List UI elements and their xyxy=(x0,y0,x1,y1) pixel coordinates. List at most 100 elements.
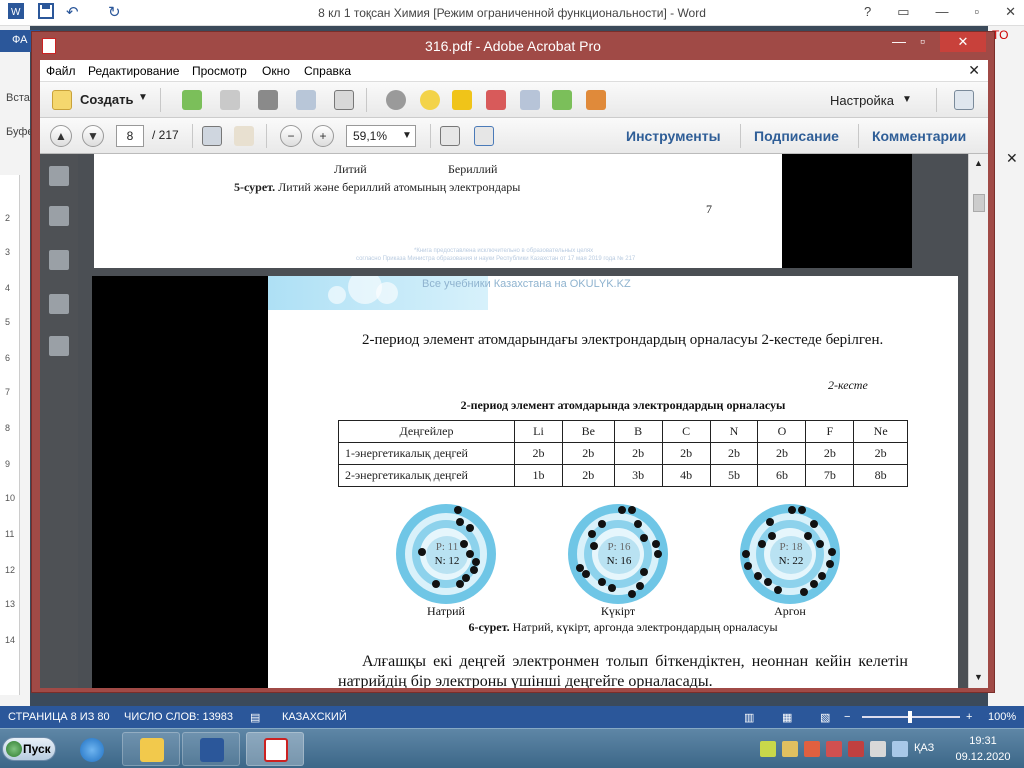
comment-icon[interactable] xyxy=(420,90,440,110)
zoom-in-button[interactable]: + xyxy=(312,125,334,147)
zoom-out-status[interactable]: − xyxy=(844,711,850,723)
zoom-slider-thumb[interactable] xyxy=(908,711,912,723)
signatures-icon[interactable] xyxy=(49,336,69,356)
menu-file[interactable]: Файл xyxy=(46,64,76,78)
print-icon[interactable] xyxy=(258,90,278,110)
save-disk-icon[interactable] xyxy=(220,90,240,110)
web-layout-icon[interactable]: ▧ xyxy=(820,711,830,724)
menu-window[interactable]: Окно xyxy=(262,64,290,78)
acrobat-window-title: 316.pdf - Adobe Acrobat Pro xyxy=(425,38,601,54)
table-header-cell: Деңгейлер xyxy=(338,420,515,443)
network-icon[interactable] xyxy=(826,741,842,757)
table-header-cell: Be xyxy=(561,420,615,443)
input-language[interactable]: ҚАЗ xyxy=(914,742,934,754)
scrollbar-thumb[interactable] xyxy=(973,194,985,212)
zoom-level[interactable]: 100% xyxy=(988,711,1016,723)
page-thumbnails-icon[interactable] xyxy=(49,166,69,186)
vertical-ruler: 234 567 8 9 10 11 12 13 14 xyxy=(0,175,20,695)
comments-link[interactable]: Комментарии xyxy=(872,128,966,144)
redact-icon[interactable] xyxy=(486,90,506,110)
scroll-down-icon[interactable]: ▼ xyxy=(974,672,983,682)
clock-date: 09.12.2020 xyxy=(955,751,1011,763)
highlight-icon[interactable] xyxy=(452,90,472,110)
create-dropdown-icon[interactable]: ▼ xyxy=(138,92,148,103)
ribbon-display-icon[interactable]: ▭ xyxy=(897,4,909,20)
tray-app-icon[interactable] xyxy=(760,741,776,757)
fit-width-icon[interactable] xyxy=(474,126,494,146)
vertical-scrollbar[interactable]: ▲ ▼ xyxy=(968,154,988,688)
table-cell: 5b xyxy=(709,464,759,487)
sign-link[interactable]: Подписание xyxy=(754,128,839,144)
language-status[interactable]: КАЗАХСКИЙ xyxy=(282,711,347,723)
paste-label[interactable]: Вста xyxy=(6,92,30,104)
document-close-icon[interactable]: ✕ xyxy=(968,62,980,79)
acrobat-close-button[interactable]: ✕ xyxy=(940,32,986,52)
proofing-icon[interactable]: ▤ xyxy=(250,711,260,724)
word-count-status[interactable]: ЧИСЛО СЛОВ: 13983 xyxy=(124,711,233,723)
tray-warning-icon[interactable] xyxy=(804,741,820,757)
layers-icon[interactable] xyxy=(49,294,69,314)
pane-close-icon[interactable]: ✕ xyxy=(1006,150,1018,167)
read-mode-icon[interactable]: ▥ xyxy=(744,711,754,724)
open-folder-icon[interactable] xyxy=(182,90,202,110)
watermark-line-1: *Книга предоставлена исключительно в обр… xyxy=(414,248,594,254)
menu-help[interactable]: Справка xyxy=(304,64,351,78)
create-icon[interactable] xyxy=(52,90,72,110)
taskbar-acrobat[interactable] xyxy=(246,732,304,766)
email-icon[interactable] xyxy=(334,90,354,110)
figure-5-caption: 5-сурет. Литий және бериллий атомының эл… xyxy=(234,180,520,195)
minimize-button[interactable]: — xyxy=(935,4,948,20)
menu-edit[interactable]: Редактирование xyxy=(88,64,179,78)
previous-page-button[interactable]: ▲ xyxy=(50,125,72,147)
zoom-out-button[interactable]: − xyxy=(280,125,302,147)
taskbar-word[interactable] xyxy=(182,732,240,766)
page-count-status[interactable]: СТРАНИЦА 8 ИЗ 80 xyxy=(8,711,110,723)
tools-link[interactable]: Инструменты xyxy=(626,128,721,144)
acrobat-minimize-button[interactable]: — xyxy=(892,33,906,49)
scroll-up-icon[interactable]: ▲ xyxy=(974,158,983,168)
zoom-in-status[interactable]: + xyxy=(966,711,972,723)
action-center-icon[interactable] xyxy=(870,741,886,757)
maximize-button[interactable]: ▫ xyxy=(974,4,979,20)
customize-button[interactable]: Настройка xyxy=(830,93,894,108)
help-button[interactable]: ? xyxy=(864,4,871,20)
menu-view[interactable]: Просмотр xyxy=(192,64,247,78)
hand-tool-icon[interactable] xyxy=(234,126,254,146)
print-layout-icon[interactable]: ▦ xyxy=(782,711,792,724)
attachments-icon[interactable] xyxy=(49,250,69,270)
main-toolbar: Создать ▼ Настройка ▼ xyxy=(40,82,988,118)
gear-icon[interactable] xyxy=(386,90,406,110)
fullscreen-icon[interactable] xyxy=(954,90,974,110)
edit-document-icon[interactable] xyxy=(296,90,316,110)
customize-dropdown-icon[interactable]: ▼ xyxy=(902,94,912,105)
taskbar-file-explorer[interactable] xyxy=(122,732,180,766)
zoom-dropdown-icon[interactable]: ▼ xyxy=(402,130,412,141)
next-page-button[interactable]: ▼ xyxy=(82,125,104,147)
acrobat-maximize-button[interactable]: ▫ xyxy=(920,33,925,49)
table-caption: 2-период элемент атомдарында электрондар… xyxy=(460,398,786,412)
start-button[interactable]: Пуск xyxy=(2,737,56,761)
sulfur-protons: P: 16 xyxy=(607,541,631,553)
table-cell: 2b xyxy=(661,442,711,465)
select-tool-icon[interactable] xyxy=(202,126,222,146)
fit-page-icon[interactable] xyxy=(440,126,460,146)
document-area: Литий Бериллий 5-сурет. Литий және берил… xyxy=(78,154,968,688)
tray-monitor-icon[interactable] xyxy=(892,741,908,757)
page-number-input[interactable]: 8 xyxy=(116,125,144,147)
close-button[interactable]: ✕ xyxy=(1005,4,1016,20)
table-row: 2-энергетикалық деңгей 1b 2b 3b 4b 5b 6b… xyxy=(338,464,908,487)
table-header-cell: Ne xyxy=(853,420,908,443)
table-cell: 2b xyxy=(853,442,908,465)
clock[interactable]: 19:31 09.12.2020 xyxy=(948,733,1018,765)
tray-status-icon[interactable] xyxy=(848,741,864,757)
sign-form-icon[interactable] xyxy=(586,90,606,110)
export-icon[interactable] xyxy=(552,90,572,110)
create-button[interactable]: Создать xyxy=(80,92,133,107)
sodium-atom-diagram: P: 11 N: 12 xyxy=(396,504,496,604)
search-document-icon[interactable] xyxy=(520,90,540,110)
sodium-neutrons: N: 12 xyxy=(434,555,460,567)
bookmarks-icon[interactable] xyxy=(49,206,69,226)
volume-icon[interactable] xyxy=(782,741,798,757)
taskbar-internet-explorer[interactable] xyxy=(62,732,120,766)
okulyk-watermark: Все учебники Казахстана на OKULYK.KZ xyxy=(422,278,631,290)
